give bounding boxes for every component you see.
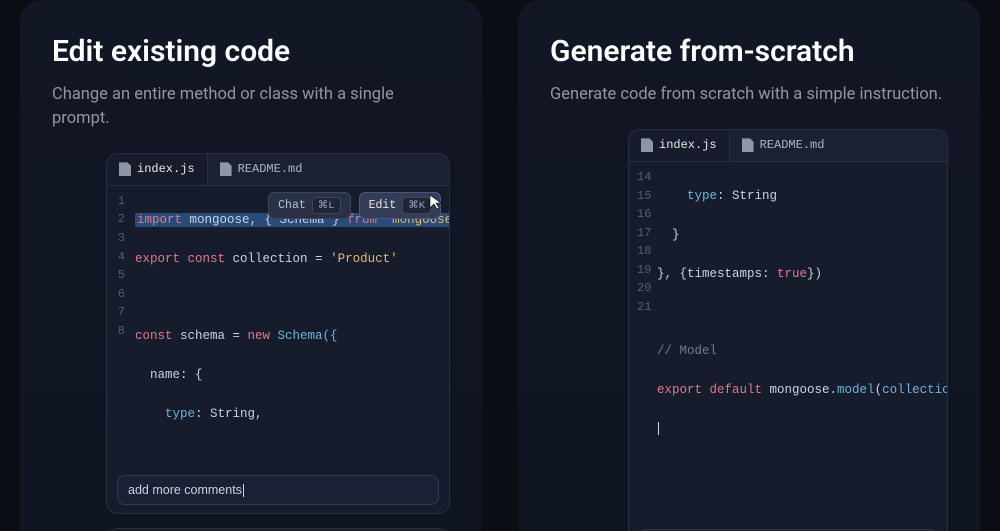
- code-line: name: {: [135, 366, 450, 385]
- card-generate-subtitle: Generate code from scratch with a simple…: [550, 83, 948, 107]
- code-line: // Model: [657, 342, 948, 361]
- tab-label: index.js: [137, 162, 195, 176]
- code-line: type: String: [657, 187, 948, 206]
- line-gutter: 1 2 3 4 5 6 7 8: [107, 186, 135, 469]
- code-line: }: [657, 226, 948, 245]
- tab-readme-md[interactable]: README.md: [208, 154, 315, 185]
- editor-left-1: index.js README.md Chat ⌘L Edit ⌘K: [106, 153, 450, 514]
- file-icon: [220, 162, 232, 176]
- text-caret-icon: [243, 484, 244, 497]
- code-line: const schema = new Schema({: [135, 327, 450, 346]
- card-edit-title: Edit existing code: [52, 34, 450, 69]
- chat-label: Chat: [278, 199, 306, 212]
- code-lines[interactable]: import mongoose, { Schema } from 'mongoo…: [135, 186, 450, 469]
- file-icon: [119, 162, 131, 176]
- card-edit: Edit existing code Change an entire meth…: [20, 0, 482, 531]
- tab-label: README.md: [760, 138, 825, 152]
- code-line: export default mongoose.model(collection…: [657, 381, 948, 400]
- edit-kbd: ⌘K: [402, 197, 431, 214]
- editor-right-1: index.js README.md 14 15 16 17 18 19 20 …: [628, 129, 948, 531]
- prompt-text: add more comments: [128, 483, 242, 497]
- tabbar: index.js README.md: [629, 130, 947, 162]
- code-line: [657, 304, 948, 323]
- card-generate: Generate from-scratch Generate code from…: [518, 0, 980, 531]
- code-line: }, {timestamps: true}): [657, 265, 948, 284]
- chat-button[interactable]: Chat ⌘L: [268, 192, 350, 219]
- file-icon: [742, 138, 754, 152]
- code-line: [657, 420, 948, 439]
- tab-readme-md[interactable]: README.md: [730, 130, 837, 161]
- card-edit-subtitle: Change an entire method or class with a …: [52, 83, 450, 131]
- tab-index-js[interactable]: index.js: [107, 154, 208, 185]
- chat-kbd: ⌘L: [312, 197, 341, 214]
- text-caret-icon: [658, 422, 659, 435]
- line-gutter: 14 15 16 17 18 19 20 21: [629, 162, 657, 523]
- file-icon: [641, 138, 653, 152]
- edit-label: Edit: [369, 199, 397, 212]
- tab-index-js[interactable]: index.js: [629, 130, 730, 161]
- tab-label: index.js: [659, 138, 717, 152]
- code-line: [135, 289, 450, 308]
- inline-toolbar: Chat ⌘L Edit ⌘K: [268, 192, 441, 219]
- cursor-icon: [429, 194, 443, 210]
- code-line: [657, 459, 948, 478]
- prompt-input[interactable]: add more comments: [117, 475, 439, 505]
- tab-label: README.md: [238, 162, 303, 176]
- code-line: export const collection = 'Product': [135, 250, 450, 269]
- code-line: type: String,: [135, 405, 450, 424]
- code-lines[interactable]: type: String } }, {timestamps: true}) //…: [657, 162, 948, 523]
- card-generate-title: Generate from-scratch: [550, 34, 948, 69]
- tabbar: index.js README.md: [107, 154, 449, 186]
